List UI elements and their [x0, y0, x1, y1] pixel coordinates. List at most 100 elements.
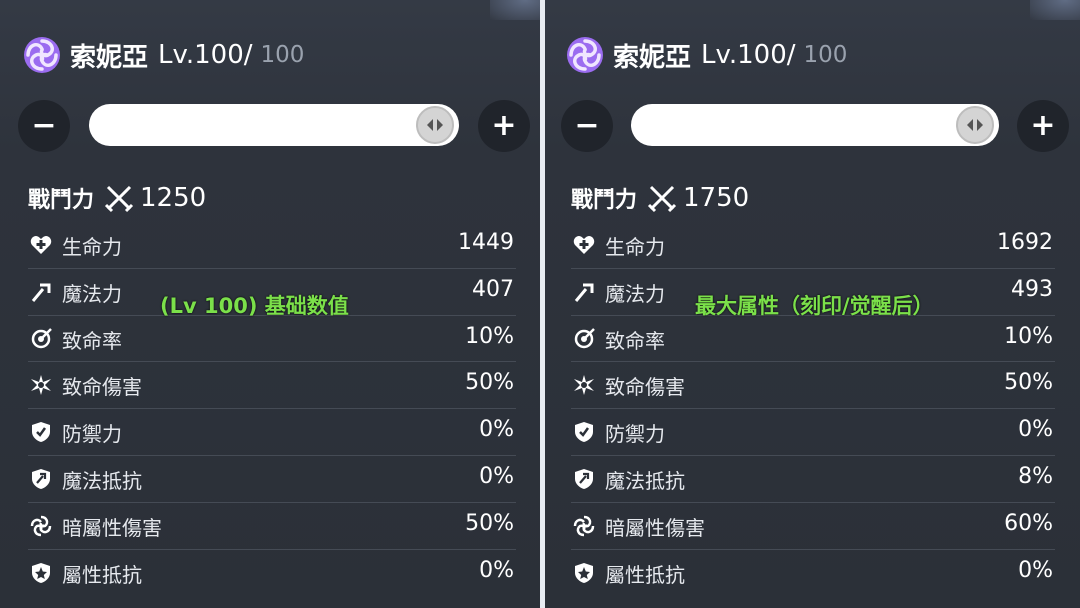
stat-label: 屬性抵抗	[605, 562, 685, 587]
combat-power-value: 1750	[683, 183, 750, 213]
stat-list: 生命力 1449 魔法力 407 致命率 10% 致命傷害 50% 防禦力 0%…	[28, 222, 516, 596]
level-decrease-button[interactable]: −	[18, 100, 70, 152]
stats-panel-left: 索妮亞 Lv.100/ 100 − + 戰鬥力 1250 生命力 1449 魔法…	[0, 0, 540, 608]
plus-icon: +	[1030, 108, 1056, 143]
stat-list: 生命力 1692 魔法力 493 致命率 10% 致命傷害 50% 防禦力 0%…	[571, 222, 1055, 596]
stat-value: 0%	[479, 417, 514, 443]
stat-label: 魔法力	[605, 281, 665, 306]
dark-element-icon	[24, 37, 60, 73]
stat-row-dark-damage: 暗屬性傷害 60%	[571, 503, 1055, 550]
stat-value: 50%	[465, 370, 514, 396]
element-shield-icon	[32, 562, 50, 583]
stat-value: 493	[1011, 276, 1053, 302]
stat-label: 魔法力	[62, 281, 122, 306]
combat-power: 戰鬥力 1750	[571, 180, 749, 216]
stat-label: 防禦力	[62, 422, 122, 447]
stat-row-crit-rate: 致命率 10%	[28, 316, 516, 363]
stat-label: 致命率	[62, 328, 122, 353]
combat-power: 戰鬥力 1250	[28, 180, 206, 216]
stat-label: 生命力	[605, 235, 665, 259]
shield-icon	[32, 422, 50, 443]
level-slider[interactable]	[631, 104, 999, 146]
stat-value: 0%	[1018, 557, 1053, 583]
minus-icon: −	[31, 108, 57, 143]
stat-label: 魔法抵抗	[605, 468, 685, 493]
stat-row-crit-rate: 致命率 10%	[571, 316, 1055, 363]
stat-value: 8%	[1018, 463, 1053, 489]
magic-wand-icon	[31, 283, 51, 302]
stat-label: 生命力	[62, 235, 122, 259]
element-shield-icon	[575, 562, 593, 583]
left-right-arrows-icon	[427, 119, 443, 131]
level-increase-button[interactable]: +	[1017, 100, 1069, 152]
stat-row-magic-resist: 魔法抵抗 8%	[571, 456, 1055, 503]
crossed-swords-icon	[647, 185, 677, 213]
combat-power-label: 戰鬥力	[571, 188, 638, 213]
stat-label: 防禦力	[605, 422, 665, 447]
dark-element-icon	[567, 37, 603, 73]
left-right-arrows-icon	[967, 119, 983, 131]
heart-plus-icon	[573, 236, 595, 254]
stat-value: 1692	[997, 230, 1053, 255]
stat-value: 407	[472, 276, 514, 302]
stat-label: 暗屬性傷害	[605, 515, 705, 540]
overlay-caption: (Lv 100) 基础数值	[160, 294, 349, 318]
stat-row-crit-damage: 致命傷害 50%	[571, 362, 1055, 410]
plus-icon: +	[491, 108, 517, 143]
level-decrease-button[interactable]: −	[561, 100, 613, 152]
crossed-swords-icon	[104, 185, 134, 213]
max-level-value: 100	[803, 42, 848, 68]
slider-handle[interactable]	[956, 106, 994, 144]
dark-swirl-icon	[573, 515, 595, 537]
level-value: Lv.100/	[158, 40, 253, 70]
max-level-value: 100	[260, 42, 305, 68]
stat-row-crit-damage: 致命傷害 50%	[28, 362, 516, 410]
stat-row-element-resist: 屬性抵抗 0%	[28, 550, 516, 597]
level-slider[interactable]	[89, 104, 459, 146]
stat-value: 0%	[479, 463, 514, 489]
level-value: Lv.100/	[701, 40, 796, 70]
crit-target-icon	[574, 327, 595, 348]
stat-label: 致命傷害	[62, 375, 142, 400]
character-header: 索妮亞 Lv.100/ 100	[565, 33, 847, 77]
stat-label: 屬性抵抗	[62, 562, 142, 587]
corner-glow	[490, 0, 540, 20]
stat-row-defense: 防禦力 0%	[28, 409, 516, 456]
shield-icon	[575, 422, 593, 443]
crit-target-icon	[31, 327, 52, 348]
burst-icon	[31, 375, 51, 396]
heart-plus-icon	[30, 236, 52, 254]
stat-value: 0%	[479, 557, 514, 583]
stat-value: 50%	[465, 510, 514, 536]
stat-row-hp: 生命力 1449	[28, 222, 516, 269]
corner-glow	[1030, 0, 1080, 20]
stats-panel-right: 索妮亞 Lv.100/ 100 − + 戰鬥力 1750 生命力 1692 魔法…	[545, 0, 1080, 608]
stat-value: 50%	[1004, 370, 1053, 396]
magic-shield-icon	[32, 468, 50, 489]
magic-wand-icon	[574, 283, 594, 302]
stat-row-magic-resist: 魔法抵抗 0%	[28, 456, 516, 503]
slider-handle[interactable]	[416, 106, 454, 144]
character-name: 索妮亞	[70, 42, 149, 73]
combat-power-label: 戰鬥力	[28, 188, 95, 213]
dark-swirl-icon	[30, 515, 52, 537]
stat-row-element-resist: 屬性抵抗 0%	[571, 550, 1055, 597]
stat-value: 0%	[1018, 417, 1053, 443]
character-name: 索妮亞	[613, 42, 692, 73]
magic-shield-icon	[575, 468, 593, 489]
stat-value: 1449	[458, 230, 514, 255]
stat-label: 致命率	[605, 328, 665, 353]
stat-row-dark-damage: 暗屬性傷害 50%	[28, 503, 516, 550]
stat-label: 致命傷害	[605, 375, 685, 400]
stat-value: 60%	[1004, 510, 1053, 536]
stat-row-defense: 防禦力 0%	[571, 409, 1055, 456]
stat-row-hp: 生命力 1692	[571, 222, 1055, 269]
stat-value: 10%	[1004, 323, 1053, 349]
stat-label: 魔法抵抗	[62, 468, 142, 493]
combat-power-value: 1250	[140, 183, 207, 213]
minus-icon: −	[574, 108, 600, 143]
level-increase-button[interactable]: +	[478, 100, 530, 152]
character-header: 索妮亞 Lv.100/ 100	[22, 33, 304, 77]
stat-label: 暗屬性傷害	[62, 515, 162, 540]
overlay-caption: 最大属性（刻印/觉醒后）	[695, 294, 934, 318]
